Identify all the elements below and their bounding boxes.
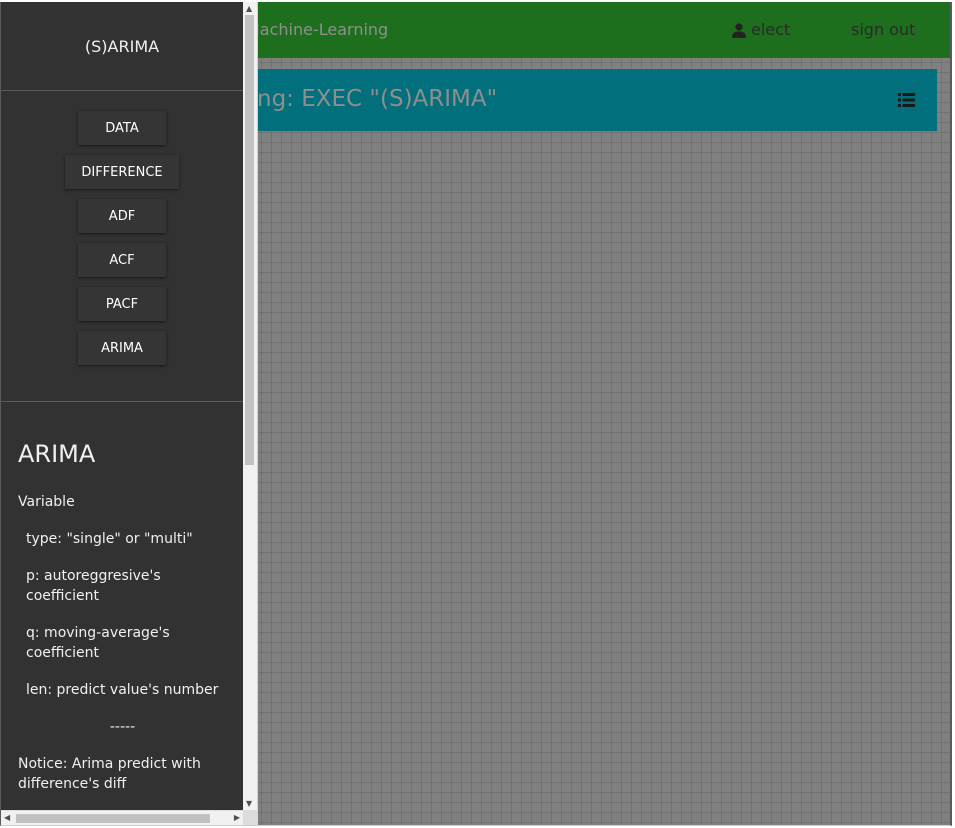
user-name: elect	[751, 20, 791, 39]
sidebar-title: (S)ARIMA	[1, 2, 243, 91]
sidebar-button-group: DATA DIFFERENCE ADF ACF PACF ARIMA	[1, 91, 243, 402]
scroll-down-arrow-icon[interactable]: ▼	[246, 799, 252, 808]
brand-link[interactable]: Machine-Learning	[246, 20, 388, 39]
sidebar-panel: (S)ARIMA DATA DIFFERENCE ADF ACF PACF AR…	[1, 2, 243, 810]
user-icon	[732, 22, 746, 38]
scrollbar-corner	[243, 810, 258, 825]
sidebar-vertical-scrollbar[interactable]: ▲ ▼	[243, 2, 258, 810]
sidebar-help-content: ARIMA Variable type: "single" or "multi"…	[1, 402, 243, 794]
scroll-up-arrow-icon[interactable]: ▲	[246, 4, 252, 13]
page-banner: ng: EXEC "(S)ARIMA"	[171, 69, 937, 131]
scroll-left-arrow-icon[interactable]: ◀	[4, 813, 10, 822]
scroll-right-arrow-icon[interactable]: ▶	[234, 813, 240, 822]
list-icon[interactable]	[898, 93, 915, 107]
section-heading: ARIMA	[18, 440, 96, 468]
help-notice: Notice: Arima predict with difference's …	[18, 756, 201, 792]
acf-button[interactable]: ACF	[78, 243, 166, 277]
adf-button[interactable]: ADF	[78, 199, 166, 233]
sidebar-horizontal-scrollbar[interactable]: ◀ ▶	[1, 810, 243, 825]
help-len: len: predict value's number	[26, 682, 219, 698]
help-separator: -----	[109, 719, 136, 735]
arima-button[interactable]: ARIMA	[78, 331, 166, 365]
difference-button[interactable]: DIFFERENCE	[65, 155, 179, 189]
page-title: ng: EXEC "(S)ARIMA"	[257, 86, 498, 112]
help-q: q: moving-average's coefficient	[26, 625, 170, 661]
help-p: p: autoreggresive's coefficient	[26, 568, 161, 604]
sign-out-link[interactable]: sign out	[851, 20, 915, 39]
horizontal-scroll-thumb[interactable]	[16, 814, 210, 823]
pacf-button[interactable]: PACF	[78, 287, 166, 321]
help-variable-label: Variable	[18, 494, 75, 510]
vertical-scroll-thumb[interactable]	[245, 15, 254, 465]
user-menu[interactable]: elect	[731, 20, 790, 39]
help-type: type: "single" or "multi"	[26, 531, 193, 547]
data-button[interactable]: DATA	[78, 111, 166, 145]
